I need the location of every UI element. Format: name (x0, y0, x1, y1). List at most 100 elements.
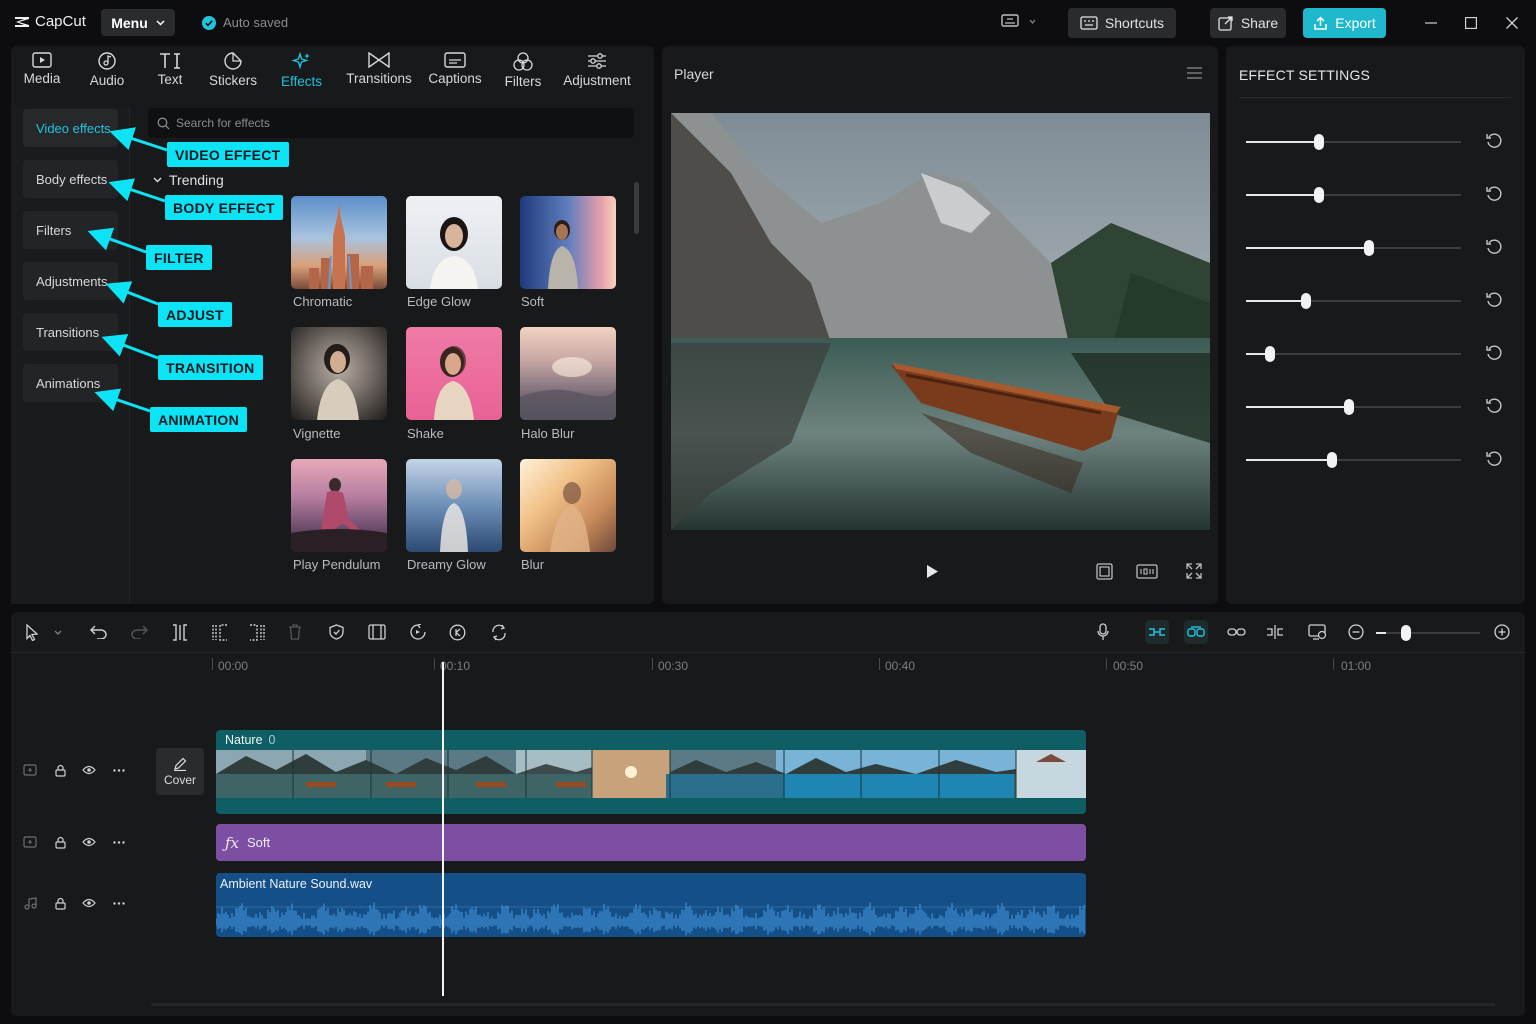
reset-setting-button[interactable] (1485, 132, 1503, 150)
delete-button[interactable] (285, 622, 305, 642)
reset-icon (1486, 292, 1502, 307)
track-visibility-button[interactable] (81, 895, 97, 911)
share-button[interactable]: Share (1210, 8, 1286, 38)
audio-clip[interactable]: Ambient Nature Sound.wav (216, 873, 1086, 937)
speed-button[interactable] (447, 622, 467, 642)
tab-adjustment[interactable]: Adjustment (563, 52, 631, 92)
zoom-slider[interactable] (1376, 625, 1480, 641)
play-button[interactable] (925, 564, 939, 584)
ruler-tick (212, 658, 213, 670)
slider-thumb[interactable] (1363, 240, 1374, 256)
linkage-button[interactable] (1226, 622, 1246, 642)
cover-button[interactable]: Cover (156, 748, 204, 795)
zoom-slider-thumb[interactable] (1401, 625, 1412, 641)
effect-thumb-edge-glow[interactable] (406, 196, 502, 289)
effect-setting-slider[interactable] (1246, 399, 1461, 415)
tab-captions[interactable]: Captions (428, 52, 482, 92)
track-more-button[interactable] (111, 834, 127, 850)
reset-setting-button[interactable] (1485, 291, 1503, 309)
select-tool-dropdown[interactable] (48, 622, 68, 642)
reset-setting-button[interactable] (1485, 397, 1503, 415)
track-visibility-button[interactable] (81, 762, 97, 778)
zoom-out-button[interactable] (1346, 622, 1366, 642)
record-voiceover-button[interactable] (1093, 622, 1113, 642)
split-button[interactable] (170, 622, 190, 642)
adjustment-icon (588, 53, 606, 69)
thumbnail-settings-button[interactable] (1308, 622, 1328, 642)
minimize-button[interactable] (1420, 12, 1442, 34)
reset-setting-button[interactable] (1485, 238, 1503, 256)
zoom-in-button[interactable] (1492, 622, 1512, 642)
effect-setting-slider[interactable] (1246, 346, 1461, 362)
zoom-out-icon (1348, 624, 1364, 640)
effect-thumb-shake[interactable] (406, 327, 502, 420)
auto-snap-button[interactable] (1184, 620, 1208, 644)
track-lock-button[interactable] (52, 895, 68, 911)
effect-setting-slider[interactable] (1246, 452, 1461, 468)
crop-button[interactable] (367, 622, 387, 642)
safe-area-button[interactable] (1096, 563, 1113, 585)
track-visibility-button[interactable] (81, 834, 97, 850)
slider-thumb[interactable] (1301, 293, 1312, 309)
mark-button[interactable] (326, 622, 346, 642)
tab-transitions[interactable]: Transitions (346, 52, 412, 92)
reverse-button[interactable] (408, 622, 428, 642)
fullscreen-icon (1186, 563, 1202, 579)
aspect-ratio-button[interactable] (1136, 564, 1158, 584)
effect-thumb-chromatic[interactable] (291, 196, 387, 289)
slider-thumb[interactable] (1314, 134, 1325, 150)
effect-clip[interactable]: ƒx Soft (216, 824, 1086, 861)
track-cover-toggle[interactable] (22, 834, 38, 850)
effect-setting-slider[interactable] (1246, 134, 1461, 150)
close-button[interactable] (1501, 12, 1523, 34)
split-left-icon (212, 623, 227, 641)
split-right-button[interactable] (247, 622, 267, 642)
snap-icon (1187, 626, 1205, 637)
track-cover-toggle[interactable] (22, 762, 38, 778)
track-lock-button[interactable] (52, 762, 68, 778)
effects-scrollbar[interactable] (634, 182, 639, 234)
shortcuts-button[interactable]: Shortcuts (1068, 8, 1176, 38)
select-tool-button[interactable] (22, 622, 42, 642)
player-menu-button[interactable] (1187, 66, 1202, 84)
effect-thumb-soft[interactable] (520, 196, 616, 289)
track-more-button[interactable] (111, 762, 127, 778)
video-preview[interactable] (671, 113, 1210, 530)
reset-setting-button[interactable] (1485, 450, 1503, 468)
shortcuts-label: Shortcuts (1104, 15, 1165, 31)
effect-setting-slider[interactable] (1246, 187, 1461, 203)
speed-icon (449, 624, 465, 640)
effect-thumb-dreamy-glow[interactable] (406, 459, 502, 552)
video-clip[interactable]: Nature 0 (216, 730, 1086, 814)
main-track-magnet-button[interactable] (1145, 620, 1169, 644)
redo-button[interactable] (129, 622, 149, 642)
slider-thumb[interactable] (1327, 452, 1337, 468)
loop-button[interactable] (489, 622, 509, 642)
undo-button[interactable] (88, 622, 108, 642)
more-icon (113, 768, 125, 772)
split-left-button[interactable] (210, 622, 230, 642)
share-label: Share (1240, 15, 1279, 31)
portrait-image (440, 479, 468, 552)
slider-thumb[interactable] (1314, 187, 1325, 203)
tab-filters[interactable]: Filters (504, 52, 542, 92)
timeline-scrollbar[interactable] (151, 1003, 1495, 1006)
preview-axis-button[interactable] (1265, 622, 1285, 642)
track-lock-button[interactable] (52, 834, 68, 850)
slider-thumb[interactable] (1264, 346, 1275, 362)
maximize-button[interactable] (1460, 12, 1482, 34)
slider-thumb[interactable] (1344, 399, 1355, 415)
playhead[interactable] (442, 662, 444, 996)
effect-thumb-play-pendulum[interactable] (291, 459, 387, 552)
export-button[interactable]: Export (1303, 8, 1386, 38)
track-more-button[interactable] (111, 895, 127, 911)
layout-selector[interactable] (1001, 14, 1036, 28)
reset-setting-button[interactable] (1485, 185, 1503, 203)
effect-setting-slider[interactable] (1246, 293, 1461, 309)
effect-setting-slider[interactable] (1246, 240, 1461, 256)
effect-thumb-vignette[interactable] (291, 327, 387, 420)
fullscreen-button[interactable] (1186, 563, 1202, 584)
reset-setting-button[interactable] (1485, 344, 1503, 362)
effect-thumb-blur[interactable] (520, 459, 616, 552)
effect-thumb-halo-blur[interactable] (520, 327, 616, 420)
